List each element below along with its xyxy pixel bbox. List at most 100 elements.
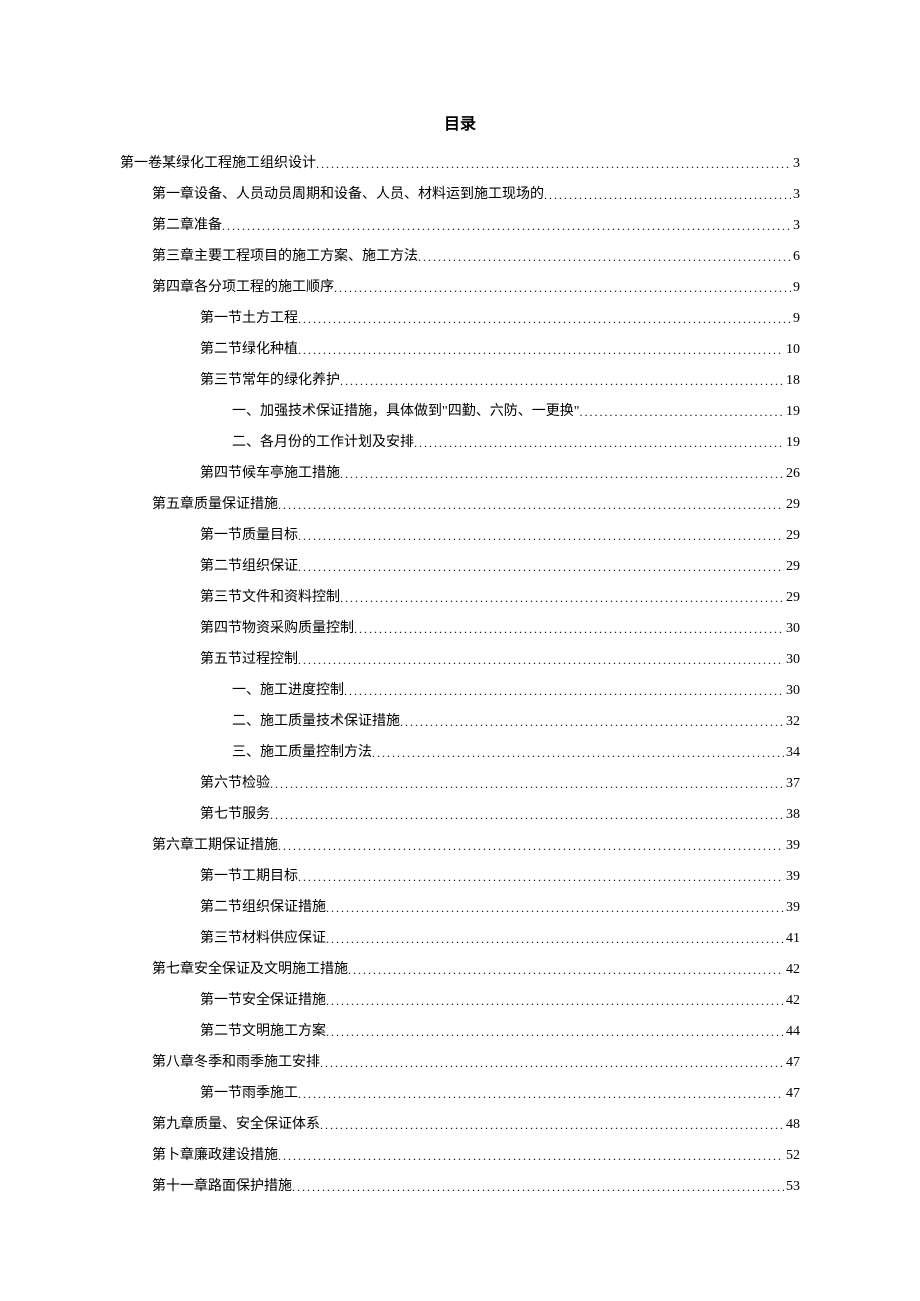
toc-entry-page: 44: [784, 1024, 800, 1040]
toc-entry[interactable]: 第六章工期保证措施39: [120, 834, 800, 854]
toc-entry[interactable]: 第二节文明施工方案44: [120, 1020, 800, 1040]
toc-entry[interactable]: 第八章冬季和雨季施工安排 47: [120, 1051, 800, 1071]
toc-entry-text: 第一节安全保证措施: [200, 989, 326, 1009]
toc-entry-page: 26: [784, 466, 800, 482]
toc-dots: [340, 591, 784, 606]
toc-entry[interactable]: 第一章设备、人员动员周期和设备、人员、材料运到施工现场的3: [120, 183, 800, 203]
toc-entry[interactable]: 第四节候车亭施工措施 26: [120, 462, 800, 482]
toc-entry-text: 第二章准备: [152, 214, 222, 234]
toc-entry[interactable]: 第四节物资采购质量控制30: [120, 617, 800, 637]
toc-dots: [326, 1025, 784, 1040]
toc-dots: [326, 901, 784, 916]
toc-entry-page: 47: [784, 1086, 800, 1102]
toc-entry[interactable]: 二、施工质量技术保证措施32: [120, 710, 800, 730]
toc-entry-page: 9: [791, 280, 800, 296]
toc-dots: [344, 684, 784, 699]
toc-entry-page: 3: [791, 187, 800, 203]
toc-entry[interactable]: 第三章主要工程项目的施工方案、施工方法6: [120, 245, 800, 265]
toc-entry[interactable]: 第七节服务38: [120, 803, 800, 823]
toc-entry[interactable]: 第四章各分项工程的施工顺序 9: [120, 276, 800, 296]
toc-entry-text: 第十一章路面保护措施: [152, 1175, 292, 1195]
toc-entry-text: 第五节过程控制: [200, 648, 298, 668]
toc-entry-text: 第二节组织保证: [200, 555, 298, 575]
toc-entry[interactable]: 第一节工期目标 39: [120, 865, 800, 885]
toc-dots: [340, 467, 784, 482]
toc-container: 第一卷某绿化工程施工组织设计3第一章设备、人员动员周期和设备、人员、材料运到施工…: [120, 152, 800, 1195]
toc-entry-page: 42: [784, 993, 800, 1009]
toc-dots: [298, 1087, 784, 1102]
toc-entry-text: 第八章冬季和雨季施工安排: [152, 1051, 320, 1071]
toc-entry-text: 第二节组织保证措施: [200, 896, 326, 916]
toc-dots: [278, 498, 784, 513]
toc-entry-text: 三、施工质量控制方法: [232, 741, 372, 761]
toc-entry[interactable]: 第二章准备3: [120, 214, 800, 234]
toc-entry-page: 29: [784, 528, 800, 544]
toc-dots: [320, 1118, 784, 1133]
toc-entry-page: 19: [784, 435, 800, 451]
toc-entry-text: 第三节文件和资料控制: [200, 586, 340, 606]
toc-entry-text: 一、施工进度控制: [232, 679, 344, 699]
toc-dots: [544, 188, 791, 203]
toc-dots: [292, 1180, 784, 1195]
toc-dots: [340, 374, 784, 389]
toc-entry-text: 二、各月份的工作计划及安排: [232, 431, 414, 451]
toc-dots: [418, 250, 791, 265]
toc-dots: [400, 715, 784, 730]
toc-entry-text: 第四章各分项工程的施工顺序: [152, 276, 334, 296]
toc-entry[interactable]: 三、施工质量控制方法 34: [120, 741, 800, 761]
toc-entry[interactable]: 第五章质量保证措施29: [120, 493, 800, 513]
toc-entry[interactable]: 第二节绿化种植10: [120, 338, 800, 358]
toc-dots: [354, 622, 784, 637]
toc-entry[interactable]: 第卜章廉政建设措施 52: [120, 1144, 800, 1164]
toc-entry-page: 52: [784, 1148, 800, 1164]
toc-entry-text: 二、施工质量技术保证措施: [232, 710, 400, 730]
toc-entry-text: 第七章安全保证及文明施工措施: [152, 958, 348, 978]
toc-entry[interactable]: 第三节材料供应保证41: [120, 927, 800, 947]
toc-entry[interactable]: 第六节检验 37: [120, 772, 800, 792]
toc-entry-page: 39: [784, 869, 800, 885]
toc-entry[interactable]: 第三节常年的绿化养护18: [120, 369, 800, 389]
toc-entry-page: 37: [784, 776, 800, 792]
toc-entry-text: 第四节候车亭施工措施: [200, 462, 340, 482]
toc-entry-page: 34: [784, 745, 800, 761]
toc-entry-page: 47: [784, 1055, 800, 1071]
toc-entry-text: 第四节物资采购质量控制: [200, 617, 354, 637]
toc-entry-page: 30: [784, 652, 800, 668]
toc-entry-page: 42: [784, 962, 800, 978]
toc-entry[interactable]: 第九章质量、安全保证体系48: [120, 1113, 800, 1133]
toc-entry-text: 第二节绿化种植: [200, 338, 298, 358]
toc-entry-page: 19: [784, 404, 800, 420]
toc-entry[interactable]: 一、加强技术保证措施，具体做到"四勤、六防、一更换" 19: [120, 400, 800, 420]
toc-entry[interactable]: 第一卷某绿化工程施工组织设计 3: [120, 152, 800, 172]
toc-dots: [298, 312, 791, 327]
toc-entry[interactable]: 第一节土方工程9: [120, 307, 800, 327]
toc-entry-page: 3: [791, 156, 800, 172]
toc-entry-text: 第一节工期目标: [200, 865, 298, 885]
toc-dots: [270, 777, 784, 792]
toc-entry[interactable]: 第一节雨季施工47: [120, 1082, 800, 1102]
toc-entry-page: 53: [784, 1179, 800, 1195]
toc-entry-text: 第卜章廉政建设措施: [152, 1144, 278, 1164]
toc-entry[interactable]: 第十一章路面保护措施 53: [120, 1175, 800, 1195]
toc-entry[interactable]: 第三节文件和资料控制29: [120, 586, 800, 606]
toc-entry-text: 第一卷某绿化工程施工组织设计: [120, 152, 316, 172]
toc-entry-text: 第三章主要工程项目的施工方案、施工方法: [152, 245, 418, 265]
toc-entry-text: 第六节检验: [200, 772, 270, 792]
toc-dots: [326, 994, 784, 1009]
toc-entry[interactable]: 一、施工进度控制30: [120, 679, 800, 699]
toc-entry[interactable]: 二、各月份的工作计划及安排 19: [120, 431, 800, 451]
toc-entry[interactable]: 第一节质量目标29: [120, 524, 800, 544]
toc-entry[interactable]: 第七章安全保证及文明施工措施 42: [120, 958, 800, 978]
toc-entry-text: 一、加强技术保证措施，具体做到"四勤、六防、一更换": [232, 400, 579, 420]
toc-entry-page: 18: [784, 373, 800, 389]
toc-dots: [278, 1149, 784, 1164]
toc-entry[interactable]: 第五节过程控制 30: [120, 648, 800, 668]
toc-entry[interactable]: 第二节组织保证 29: [120, 555, 800, 575]
toc-entry[interactable]: 第二节组织保证措施39: [120, 896, 800, 916]
toc-dots: [298, 529, 784, 544]
toc-entry-page: 29: [784, 559, 800, 575]
toc-entry-page: 9: [791, 311, 800, 327]
toc-entry-text: 第九章质量、安全保证体系: [152, 1113, 320, 1133]
toc-dots: [316, 157, 791, 172]
toc-entry[interactable]: 第一节安全保证措施 42: [120, 989, 800, 1009]
